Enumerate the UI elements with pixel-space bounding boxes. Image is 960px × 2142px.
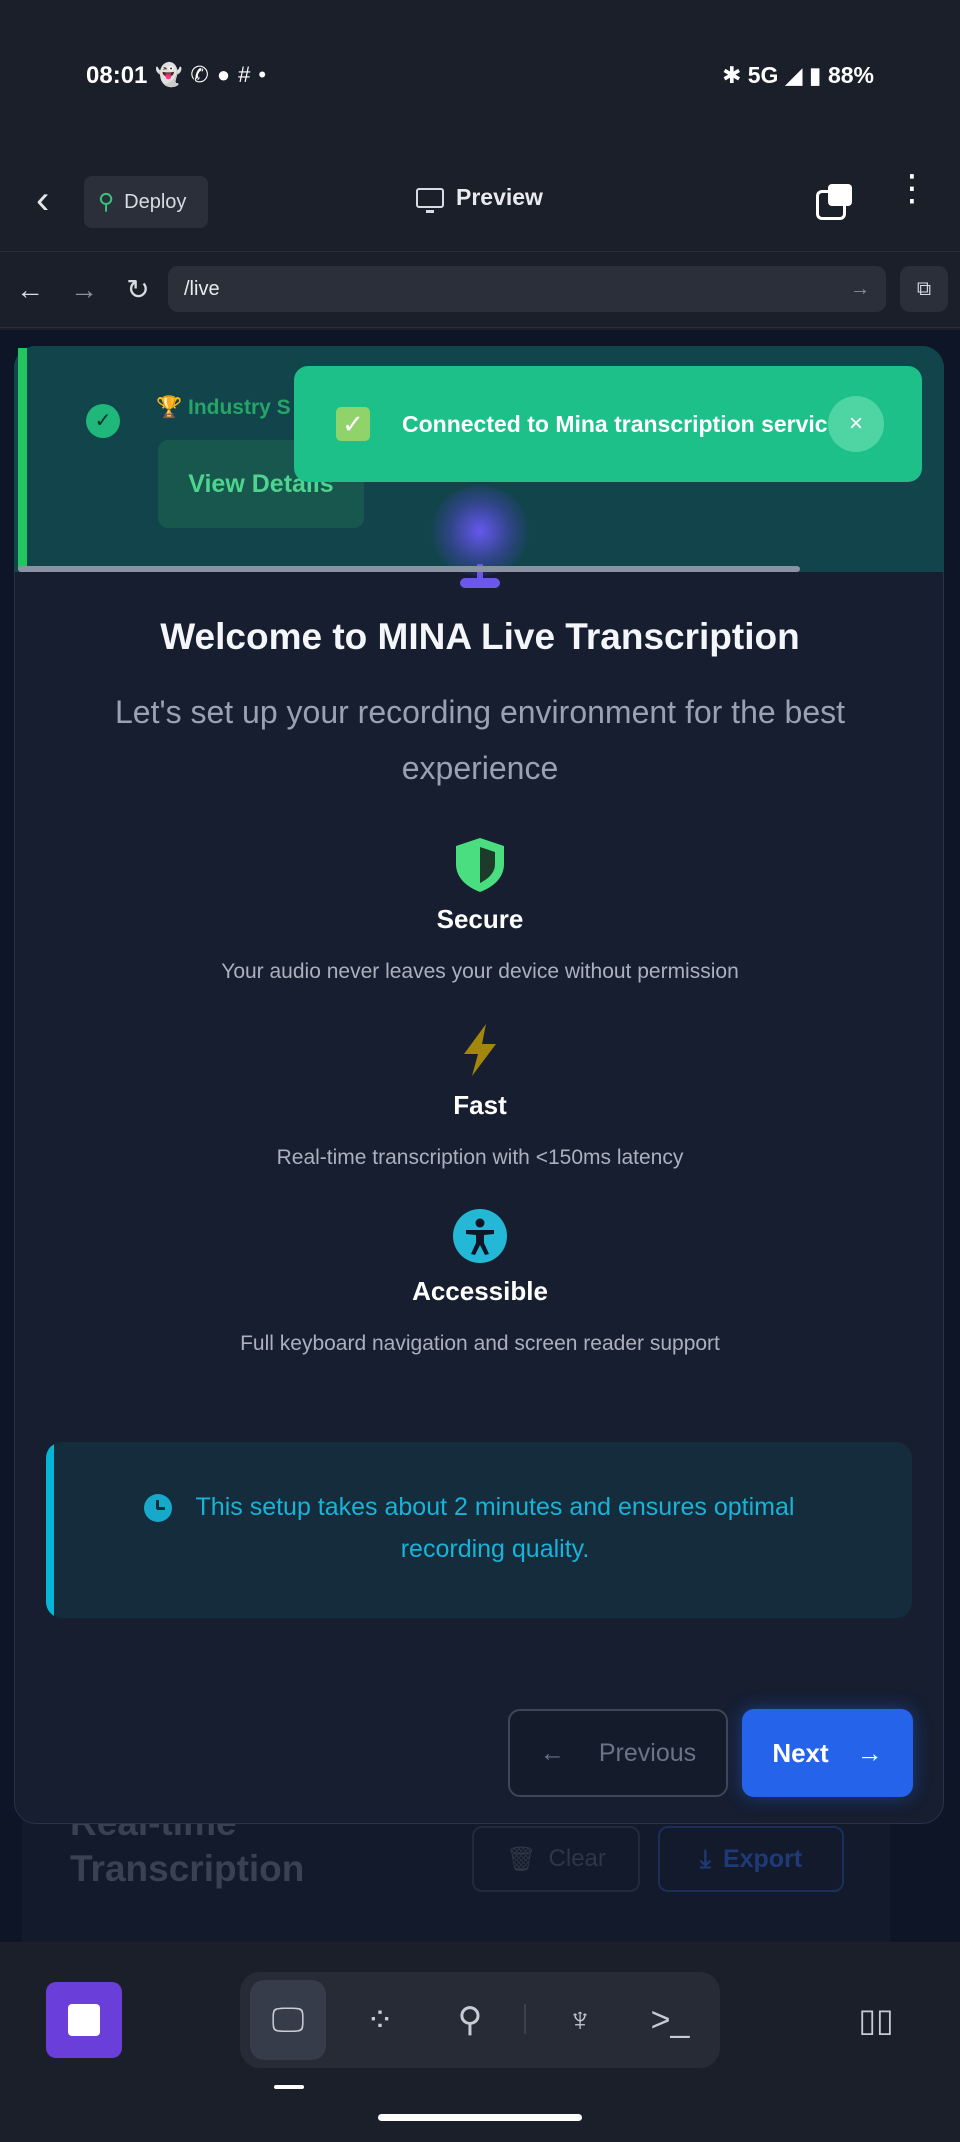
connection-toast: ✓ Connected to Mina transcription servic… [294,366,922,482]
monitor-icon [416,187,444,213]
clear-label: Clear [548,1845,606,1872]
microphone-stand [460,578,500,588]
check-mark-icon: ✓ [336,407,370,441]
apps-icon[interactable]: ⁘ [342,1980,418,2060]
feature-desc-accessible: Full keyboard navigation and screen read… [240,1332,720,1355]
export-button[interactable]: ⤓ Export [658,1826,844,1892]
nav-separator [524,2004,526,2034]
terminal-icon[interactable]: >_ [632,1980,708,2060]
preview-tab[interactable]: Preview [416,184,543,213]
microphone-icon [430,486,530,576]
notification-icons: 👻✆●#• [155,62,275,87]
active-indicator [274,2085,304,2089]
next-button[interactable]: Next → [742,1709,913,1797]
clock-icon [144,1494,172,1522]
deploy-nav-icon[interactable]: ⚲ [432,1980,508,2060]
lightning-icon [450,1020,510,1080]
previous-label: Previous [598,1738,697,1767]
check-circle-icon: ✓ [86,404,120,438]
status-right: ✱ 5G ◢ ▮ 88% [722,62,874,89]
home-indicator[interactable] [378,2114,582,2121]
feature-desc-secure: Your audio never leaves your device with… [221,960,739,983]
arrow-left-icon: ← [539,1738,565,1767]
feature-desc-fast: Real-time transcription with <150ms late… [276,1146,684,1169]
accessibility-icon [450,1206,510,1266]
shell-icon[interactable]: ♆ [542,1980,618,2060]
browser-back-icon[interactable]: ← [12,272,48,308]
more-options-icon[interactable]: ⋮ [894,170,930,222]
banner-accent-bar [18,348,27,570]
industry-badge-text: 🏆 Industry S [156,396,291,419]
arrow-right-icon: → [856,1737,883,1768]
export-label: Export [722,1844,803,1873]
url-value: /live [184,277,220,300]
trash-icon: 🗑 [506,1845,537,1873]
open-external-icon[interactable]: ⧉ [900,266,948,312]
reload-icon[interactable]: ↻ [120,272,156,308]
battery-level: 88% [827,62,874,88]
deploy-button[interactable]: ⚲ Deploy [84,176,208,228]
clear-button[interactable]: 🗑 Clear [472,1826,640,1892]
url-field[interactable]: /live → [168,266,886,312]
back-icon[interactable]: ‹ [36,180,76,224]
download-icon: ⤓ [699,1844,711,1873]
desktop-icon[interactable]: 🖵 [250,1980,326,2060]
welcome-title: Welcome to MINA Live Transcription [160,616,800,657]
previous-button[interactable]: ← Previous [508,1709,728,1797]
deploy-icon: ⚲ [98,189,115,214]
next-label: Next [772,1737,829,1768]
deploy-label: Deploy [124,190,187,213]
bluetooth-icon: ✱ [722,62,748,88]
shield-icon [450,834,510,894]
feature-title-fast: Fast [453,1090,507,1120]
feature-title-secure: Secure [436,904,524,934]
browser-forward-icon[interactable]: → [66,272,102,308]
stop-button[interactable] [46,1982,122,2058]
preview-label: Preview [456,184,543,210]
info-text: This setup takes about 2 minutes and ens… [195,1493,795,1563]
toast-message: Connected to Mina transcription service [402,410,841,437]
tabs-icon[interactable] [816,184,854,220]
signal-icon: ◢ ▮ [784,62,822,88]
feature-title-accessible: Accessible [412,1276,548,1306]
status-time: 08:01 [86,62,148,89]
progress-bar [18,566,800,572]
split-view-icon[interactable]: ▯▯ [852,1996,900,2044]
network-label: 5G [747,62,779,88]
welcome-subtitle: Let's set up your recording environment … [114,694,846,786]
close-icon[interactable]: × [828,396,884,452]
go-icon[interactable]: → [850,278,870,301]
